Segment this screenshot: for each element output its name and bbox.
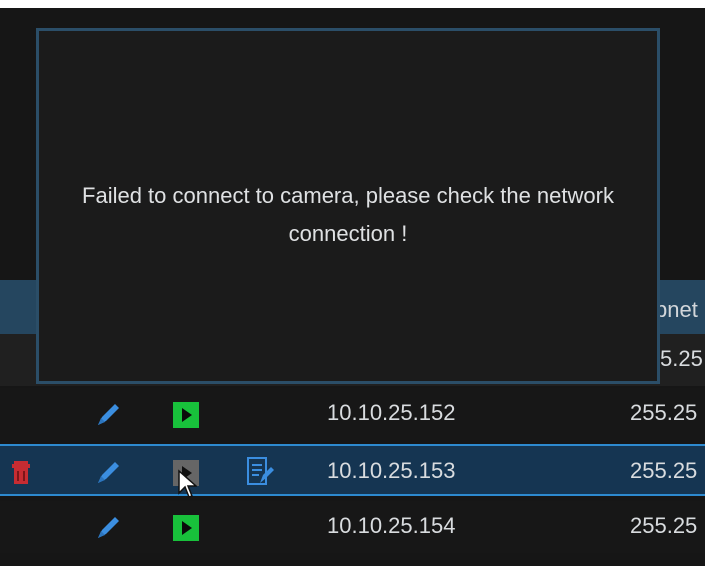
play-icon[interactable] [172, 514, 200, 542]
mouse-pointer-icon [177, 469, 198, 499]
table-row-selected[interactable]: 10.10.25.153 255.25 [0, 444, 705, 499]
subnet-cell: 5.25 [660, 346, 703, 371]
pencil-icon[interactable] [95, 400, 123, 428]
ip-cell: 10.10.25.154 [327, 513, 456, 538]
pencil-icon[interactable] [95, 458, 123, 486]
table-row[interactable]: 10.10.25.154 255.25 [0, 501, 705, 553]
ip-cell: 10.10.25.152 [327, 400, 456, 425]
pencil-icon[interactable] [95, 513, 123, 541]
play-icon[interactable] [172, 401, 200, 429]
error-dialog: Failed to connect to camera, please chec… [36, 28, 660, 384]
document-edit-icon[interactable] [245, 456, 275, 488]
subnet-cell: 255.25 [630, 458, 698, 483]
subnet-header-partial: bnet [655, 297, 698, 322]
table-row[interactable]: 10.10.25.152 255.25 [0, 388, 705, 440]
subnet-cell: 255.25 [630, 400, 698, 425]
trash-icon[interactable] [10, 458, 32, 486]
ip-cell: 10.10.25.153 [327, 458, 456, 483]
dialog-message: Failed to connect to camera, please chec… [82, 183, 614, 246]
camera-list-screen: bnet 5.25 10.10.25.152 255.25 10.10.25.1… [0, 8, 705, 566]
subnet-cell: 255.25 [630, 513, 698, 538]
